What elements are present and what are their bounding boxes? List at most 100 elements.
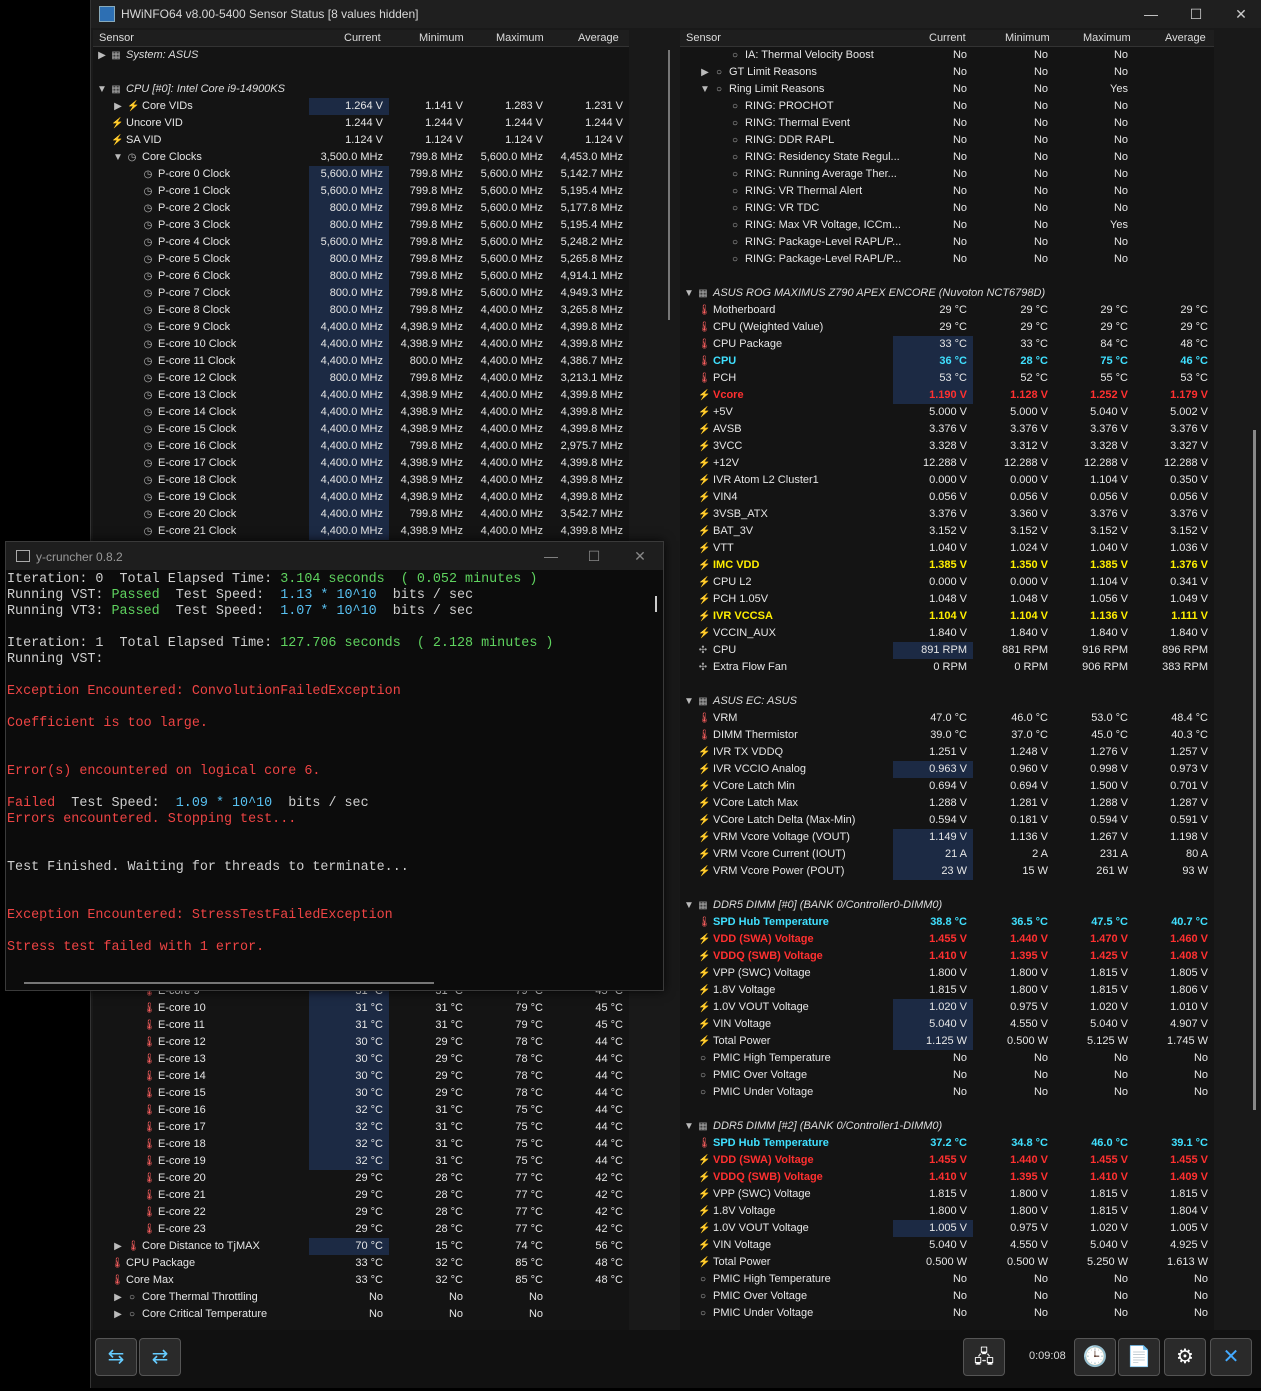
- sensor-row[interactable]: ⚡ IMC VDD 1.385 V 1.350 V 1.385 V 1.376 V: [680, 557, 1214, 574]
- scroll-thumb[interactable]: [668, 50, 670, 320]
- sensor-row[interactable]: 🌡 CPU 36 °C 28 °C 75 °C 46 °C: [680, 353, 1214, 370]
- minimize-button[interactable]: —: [1136, 4, 1166, 24]
- console-output[interactable]: Iteration: 0 Total Elapsed Time: 3.104 s…: [7, 572, 651, 978]
- maximize-button[interactable]: ☐: [1181, 4, 1211, 24]
- close-button[interactable]: ✕: [1226, 4, 1256, 24]
- sensor-row[interactable]: ⚡ IVR VCCIO Analog 0.963 V 0.960 V 0.998 V 0.…: [680, 761, 1214, 778]
- sensor-row[interactable]: ◷ E-core 11 Clock 4,400.0 MHz 800.0 MHz 4,40…: [93, 353, 629, 370]
- collapse-chevron-icon[interactable]: ▼: [684, 285, 694, 302]
- sensor-group-row[interactable]: ▼ ▦ DDR5 DIMM [#0] (BANK 0/Controller0-DIM…: [680, 897, 1214, 914]
- sensor-row[interactable]: ○ RING: DDR RAPL No No No: [680, 132, 1214, 149]
- sensor-row[interactable]: ▼ ◷ Core Clocks 3,500.0 MHz 799.8 MHz 5,600.0…: [93, 149, 629, 166]
- console-scrollbar[interactable]: [655, 596, 657, 612]
- sensor-row[interactable]: ▶ ○ Core Critical Temperature No No No: [93, 1306, 629, 1323]
- sensor-row[interactable]: 🌡 CPU Package 33 °C 33 °C 84 °C 48 °C: [680, 336, 1214, 353]
- sensor-row[interactable]: ⚡ Total Power 1.125 W 0.500 W 5.125 W 1.745 W: [680, 1033, 1214, 1050]
- sensor-row[interactable]: ⚡ VRM Vcore Current (IOUT) 21 A 2 A 231 A 80 …: [680, 846, 1214, 863]
- sensor-row[interactable]: ▶ ○ Core Thermal Throttling No No No: [93, 1289, 629, 1306]
- sensor-row[interactable]: ⚡ 1.8V Voltage 1.800 V 1.800 V 1.815 V 1.804 …: [680, 1203, 1214, 1220]
- sensor-row[interactable]: ⚡ CPU L2 0.000 V 0.000 V 1.104 V 0.341 V: [680, 574, 1214, 591]
- sensor-row[interactable]: ▶ 🌡 Core Distance to TjMAX 70 °C 15 °C 74 °C 5…: [93, 1238, 629, 1255]
- sensor-row[interactable]: ○ RING: Running Average Ther... No No No: [680, 166, 1214, 183]
- sensor-row[interactable]: ◷ E-core 10 Clock 4,400.0 MHz 4,398.9 MHz 4,…: [93, 336, 629, 353]
- sensor-row[interactable]: ○ PMIC High Temperature No No No No: [680, 1050, 1214, 1067]
- collapse-chevron-icon[interactable]: ▼: [684, 693, 694, 710]
- sensor-row[interactable]: 🌡 E-core 23 29 °C 28 °C 77 °C 42 °C: [93, 1221, 629, 1238]
- sensor-row[interactable]: ○ RING: VR TDC No No No: [680, 200, 1214, 217]
- sensor-group-row[interactable]: ▶ ▦ System: ASUS: [93, 47, 629, 64]
- sensor-row[interactable]: 🌡 E-core 21 29 °C 28 °C 77 °C 42 °C: [93, 1187, 629, 1204]
- sensor-row[interactable]: ◷ E-core 13 Clock 4,400.0 MHz 4,398.9 MHz 4,…: [93, 387, 629, 404]
- scroll-thumb[interactable]: [1253, 430, 1256, 1110]
- console-hscrollbar[interactable]: [24, 982, 434, 984]
- sensor-group-row[interactable]: ▼ ▦ DDR5 DIMM [#2] (BANK 0/Controller1-DIM…: [680, 1118, 1214, 1135]
- sensor-row[interactable]: ⚡ IVR VCCSA 1.104 V 1.104 V 1.136 V 1.111 V: [680, 608, 1214, 625]
- sensor-row[interactable]: ⚡ VCore Latch Min 0.694 V 0.694 V 1.500 V 0.7…: [680, 778, 1214, 795]
- sensor-row[interactable]: ⚡ AVSB 3.376 V 3.376 V 3.376 V 3.376 V: [680, 421, 1214, 438]
- sensor-row[interactable]: ⚡ VDDQ (SWB) Voltage 1.410 V 1.395 V 1.425 V…: [680, 948, 1214, 965]
- sensor-row[interactable]: ⚡ VTT 1.040 V 1.024 V 1.040 V 1.036 V: [680, 540, 1214, 557]
- sensor-row[interactable]: ▶ ○ GT Limit Reasons No No No: [680, 64, 1214, 81]
- sensor-row[interactable]: ○ PMIC High Temperature No No No No: [680, 1271, 1214, 1288]
- expand-chevron-icon[interactable]: ▶: [113, 1306, 123, 1323]
- nav-arrows-button[interactable]: ⇆: [95, 1338, 137, 1376]
- sensor-row[interactable]: 🌡 E-core 14 30 °C 29 °C 78 °C 44 °C: [93, 1068, 629, 1085]
- sensor-row[interactable]: ⚡ VIN Voltage 5.040 V 4.550 V 5.040 V 4.907 V: [680, 1016, 1214, 1033]
- sensor-row[interactable]: ○ RING: VR Thermal Alert No No No: [680, 183, 1214, 200]
- sensor-row[interactable]: ⚡ +12V 12.288 V 12.288 V 12.288 V 12.288 V: [680, 455, 1214, 472]
- sensor-row[interactable]: ⚡ VDD (SWA) Voltage 1.455 V 1.440 V 1.470 V 1…: [680, 931, 1214, 948]
- collapse-chevron-icon[interactable]: ▼: [113, 149, 123, 166]
- sensor-row[interactable]: ⚡ 1.0V VOUT Voltage 1.020 V 0.975 V 1.020 V 1…: [680, 999, 1214, 1016]
- sensor-row[interactable]: ⚡ IVR Atom L2 Cluster1 0.000 V 0.000 V 1.104…: [680, 472, 1214, 489]
- sensor-row[interactable]: ⚡ BAT_3V 3.152 V 3.152 V 3.152 V 3.152 V: [680, 523, 1214, 540]
- sensor-row[interactable]: 🌡 Motherboard 29 °C 29 °C 29 °C 29 °C: [680, 302, 1214, 319]
- sensor-row[interactable]: ⚡ VDDQ (SWB) Voltage 1.410 V 1.395 V 1.410 V…: [680, 1169, 1214, 1186]
- sensor-row[interactable]: 🌡 CPU Package 33 °C 32 °C 85 °C 48 °C: [93, 1255, 629, 1272]
- sensor-row[interactable]: ⚡ 3VSB_ATX 3.376 V 3.360 V 3.376 V 3.376 V: [680, 506, 1214, 523]
- header-current[interactable]: Current: [929, 32, 966, 44]
- sensor-row[interactable]: ✣ Extra Flow Fan 0 RPM 0 RPM 906 RPM 383 RPM: [680, 659, 1214, 676]
- sensor-row[interactable]: ⚡ VDD (SWA) Voltage 1.455 V 1.440 V 1.455 V 1…: [680, 1152, 1214, 1169]
- sensor-row[interactable]: ⚡ 1.0V VOUT Voltage 1.005 V 0.975 V 1.020 V 1…: [680, 1220, 1214, 1237]
- sensor-row[interactable]: ✣ CPU 891 RPM 881 RPM 916 RPM 896 RPM: [680, 642, 1214, 659]
- sensor-row[interactable]: 🌡 E-core 22 29 °C 28 °C 77 °C 42 °C: [93, 1204, 629, 1221]
- sensor-row[interactable]: 🌡 E-core 16 32 °C 31 °C 75 °C 44 °C: [93, 1102, 629, 1119]
- sensor-row[interactable]: 🌡 E-core 19 32 °C 31 °C 75 °C 44 °C: [93, 1153, 629, 1170]
- sensor-row[interactable]: 🌡 Core Max 33 °C 32 °C 85 °C 48 °C: [93, 1272, 629, 1289]
- sensor-row[interactable]: ○ RING: PROCHOT No No No: [680, 98, 1214, 115]
- header-sensor[interactable]: Sensor: [686, 32, 721, 44]
- sensor-row[interactable]: 🌡 E-core 11 31 °C 31 °C 79 °C 45 °C: [93, 1017, 629, 1034]
- expand-chevron-icon[interactable]: ▶: [113, 1289, 123, 1306]
- close-x-icon[interactable]: ✕: [1210, 1338, 1252, 1376]
- left-scrollbar[interactable]: [665, 30, 679, 1330]
- sensor-row[interactable]: ◷ E-core 14 Clock 4,400.0 MHz 4,398.9 MHz 4,…: [93, 404, 629, 421]
- sensor-row[interactable]: ⚡ PCH 1.05V 1.048 V 1.048 V 1.056 V 1.049 V: [680, 591, 1214, 608]
- collapse-chevron-icon[interactable]: ▼: [97, 81, 107, 98]
- sensor-row[interactable]: 🌡 VRM 47.0 °C 46.0 °C 53.0 °C 48.4 °C: [680, 710, 1214, 727]
- collapse-chevron-icon[interactable]: ▼: [684, 897, 694, 914]
- sensor-row[interactable]: ⚡ VCCIN_AUX 1.840 V 1.840 V 1.840 V 1.840 V: [680, 625, 1214, 642]
- collapse-chevron-icon[interactable]: ▼: [684, 1118, 694, 1135]
- sensor-row[interactable]: 🌡 CPU (Weighted Value) 29 °C 29 °C 29 °C 29 °…: [680, 319, 1214, 336]
- sensor-row[interactable]: ◷ P-core 7 Clock 800.0 MHz 799.8 MHz 5,600.0…: [93, 285, 629, 302]
- settings-gear-icon[interactable]: ⚙: [1164, 1338, 1206, 1376]
- sensor-row[interactable]: 🌡 PCH 53 °C 52 °C 55 °C 53 °C: [680, 370, 1214, 387]
- sensor-row[interactable]: ◷ P-core 0 Clock 5,600.0 MHz 799.8 MHz 5,600…: [93, 166, 629, 183]
- yc-minimize-button[interactable]: —: [536, 546, 566, 566]
- sensor-row[interactable]: ◷ E-core 9 Clock 4,400.0 MHz 4,398.9 MHz 4,4…: [93, 319, 629, 336]
- sensor-row[interactable]: ◷ E-core 21 Clock 4,400.0 MHz 4,398.9 MHz 4,…: [93, 523, 629, 540]
- sensor-row[interactable]: ○ RING: Max VR Voltage, ICCm... No No Yes: [680, 217, 1214, 234]
- sensor-row[interactable]: ⚡ VCore Latch Delta (Max-Min) 0.594 V 0.181…: [680, 812, 1214, 829]
- header-minimum[interactable]: Minimum: [1005, 32, 1050, 44]
- header-minimum[interactable]: Minimum: [419, 32, 464, 44]
- sensor-row[interactable]: ◷ P-core 2 Clock 800.0 MHz 799.8 MHz 5,600.0…: [93, 200, 629, 217]
- header-current[interactable]: Current: [344, 32, 381, 44]
- sensor-row[interactable]: 🌡 DIMM Thermistor 39.0 °C 37.0 °C 45.0 °C 40.…: [680, 727, 1214, 744]
- sensor-group-row[interactable]: ▼ ▦ ASUS EC: ASUS: [680, 693, 1214, 710]
- sensor-row[interactable]: 🌡 E-core 10 31 °C 31 °C 79 °C 45 °C: [93, 1000, 629, 1017]
- sensor-row[interactable]: ○ RING: Residency State Regul... No No No: [680, 149, 1214, 166]
- sensor-row[interactable]: ○ PMIC Over Voltage No No No No: [680, 1067, 1214, 1084]
- sensor-row[interactable]: ⚡ 3VCC 3.328 V 3.312 V 3.328 V 3.327 V: [680, 438, 1214, 455]
- sensor-row[interactable]: ◷ E-core 18 Clock 4,400.0 MHz 4,398.9 MHz 4,…: [93, 472, 629, 489]
- header-sensor[interactable]: Sensor: [99, 32, 134, 44]
